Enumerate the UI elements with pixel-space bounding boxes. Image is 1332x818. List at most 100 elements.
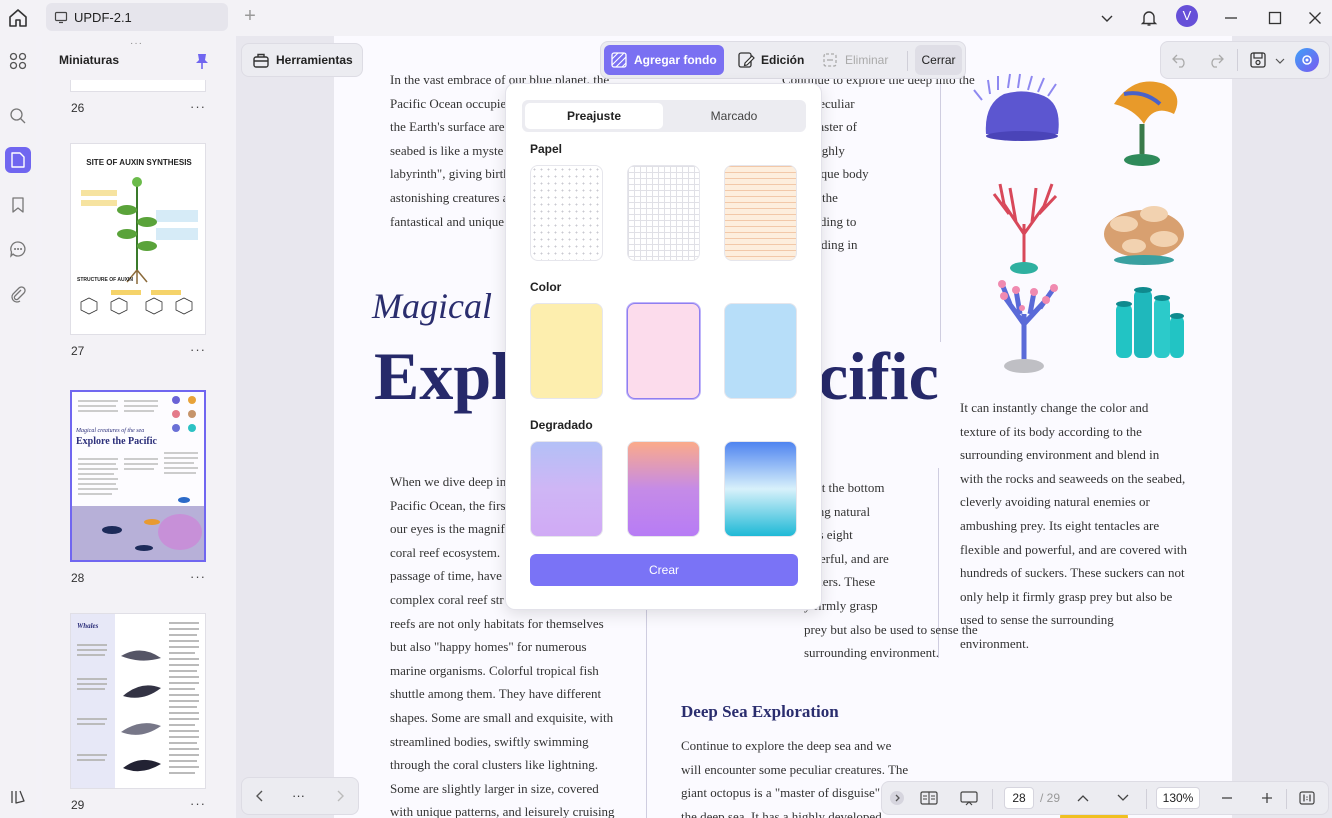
- create-button[interactable]: Crear: [530, 554, 798, 586]
- anemone-image: [973, 73, 1059, 141]
- whales-page-image: [77, 622, 199, 774]
- paper-section-label: Papel: [530, 142, 563, 156]
- user-avatar[interactable]: V: [1176, 5, 1198, 27]
- thumbnail-page-29[interactable]: Whales: [70, 613, 206, 789]
- page-menu-button[interactable]: ···: [190, 569, 206, 584]
- edit-button[interactable]: Edición: [731, 45, 810, 75]
- minimize-icon[interactable]: [1218, 5, 1244, 31]
- zoom-in-icon[interactable]: [1256, 782, 1278, 814]
- chevron-down-icon[interactable]: [1094, 5, 1120, 31]
- tools-button[interactable]: Herramientas: [241, 43, 363, 77]
- text-line: but also "happy homes" for numerous: [390, 639, 587, 655]
- gradient-lavender-swatch[interactable]: [530, 441, 603, 537]
- page-number: 27: [71, 344, 85, 358]
- background-preset-popup: Preajuste Marcado Papel Color Degradado …: [505, 83, 822, 610]
- toolbar-divider: [1146, 789, 1147, 809]
- comment-icon[interactable]: [5, 236, 31, 262]
- thumbnail-panel: ··· Miniaturas 26 ··· SITE OF AUXIN SYNT…: [42, 36, 234, 818]
- tab-title: UPDF-2.1: [74, 9, 132, 25]
- close-window-icon[interactable]: [1302, 5, 1328, 31]
- zoom-level[interactable]: 130%: [1156, 787, 1200, 809]
- paper-dots-swatch[interactable]: [530, 165, 603, 261]
- attachment-icon[interactable]: [5, 281, 31, 307]
- chevron-up-icon[interactable]: [1072, 782, 1094, 814]
- view-controls-bar: 28 / 29 130%: [881, 781, 1329, 815]
- home-icon[interactable]: [6, 6, 30, 30]
- toolbar-divider: [1286, 789, 1287, 809]
- tab-watermark[interactable]: Marcado: [665, 103, 803, 129]
- mushroom-coral-image: [1104, 206, 1184, 265]
- color-blue-swatch[interactable]: [724, 303, 797, 399]
- delete-button[interactable]: Eliminar: [815, 45, 894, 75]
- text-line: through the coral clusters like lightnin…: [390, 757, 598, 773]
- bell-icon[interactable]: [1136, 5, 1162, 31]
- pink-coral-image: [998, 280, 1058, 373]
- current-page-input[interactable]: 28: [1004, 787, 1034, 809]
- grid-icon[interactable]: [5, 48, 31, 74]
- actual-size-icon[interactable]: [1296, 782, 1318, 814]
- text-line: reefs are not only habitats for themselv…: [390, 615, 604, 631]
- tab-preset[interactable]: Preajuste: [525, 103, 663, 129]
- preset-tab-switch: Preajuste Marcado: [522, 100, 806, 132]
- left-sidebar: [0, 36, 36, 818]
- column-divider: [940, 72, 941, 342]
- gradient-ocean-swatch[interactable]: [724, 441, 797, 537]
- right-toolbar: [1160, 41, 1330, 79]
- page-menu-button[interactable]: ···: [190, 99, 206, 114]
- text-line: the Earth's surface are: [390, 119, 505, 135]
- page-menu-button[interactable]: ···: [190, 796, 206, 811]
- page-number: 29: [71, 798, 85, 812]
- title-bar: UPDF-2.1 + V: [0, 0, 1332, 36]
- redo-icon[interactable]: [1207, 51, 1225, 74]
- text-line: streamlined bodies, swiftly swimming: [390, 733, 589, 749]
- layers-icon[interactable]: [5, 784, 31, 810]
- page-menu-button[interactable]: ···: [190, 342, 206, 357]
- close-button[interactable]: Cerrar: [915, 45, 962, 75]
- collapse-icon[interactable]: [888, 782, 906, 814]
- maximize-icon[interactable]: [1262, 5, 1288, 31]
- bookmark-icon[interactable]: [5, 192, 31, 218]
- ai-assistant-icon[interactable]: [1295, 48, 1319, 72]
- undo-icon[interactable]: [1171, 51, 1189, 74]
- chevron-left-icon[interactable]: [254, 789, 266, 808]
- presentation-icon[interactable]: [956, 782, 982, 814]
- add-background-label: Agregar fondo: [634, 53, 717, 67]
- color-yellow-swatch[interactable]: [530, 303, 603, 399]
- explore-title-right: cific: [818, 338, 939, 414]
- text-line: ambushing prey. Its eight tentacles are: [960, 518, 1160, 533]
- delete-background-icon: [823, 53, 837, 67]
- chevron-down-icon[interactable]: [1275, 53, 1285, 71]
- thumbnail-page-27[interactable]: SITE OF AUXIN SYNTHESIS STRUCTURE OF AUX…: [70, 143, 206, 335]
- text-line: hundreds of suckers. These suckers can n…: [960, 565, 1185, 581]
- deep-sea-heading: Deep Sea Exploration: [681, 702, 839, 721]
- background-pattern-icon: [611, 52, 627, 68]
- text-line: giant octopus is a "master of disguise" …: [681, 785, 894, 801]
- color-pink-swatch[interactable]: [627, 303, 700, 399]
- paper-lined-swatch[interactable]: [724, 165, 797, 261]
- thumbnail-page-26[interactable]: [70, 80, 206, 92]
- page-layout-icon[interactable]: [916, 782, 942, 814]
- more-options-button[interactable]: ···: [292, 788, 305, 803]
- resize-grip[interactable]: ···: [130, 38, 143, 49]
- text-line: will encounter some peculiar creatures. …: [681, 761, 909, 777]
- paper-grid-swatch[interactable]: [627, 165, 700, 261]
- page-number: 26: [71, 101, 85, 115]
- zoom-out-icon[interactable]: [1216, 782, 1238, 814]
- text-line: passage of time, have: [390, 568, 502, 584]
- gradient-peach-purple-swatch[interactable]: [627, 441, 700, 537]
- text-line: prey but also be used to sense the: [804, 621, 978, 637]
- magical-title: Magical: [372, 286, 492, 326]
- text-line: marine organisms. Colorful tropical fish: [390, 662, 599, 678]
- orange-coral-image: [1114, 81, 1178, 166]
- thumbnail-page-28[interactable]: Magical creatures of the sea Explore the…: [70, 390, 206, 562]
- save-icon[interactable]: [1249, 51, 1267, 74]
- red-coral-image: [992, 183, 1058, 274]
- new-tab-button[interactable]: +: [238, 5, 262, 29]
- add-background-button[interactable]: Agregar fondo: [604, 45, 724, 75]
- document-tab[interactable]: UPDF-2.1: [46, 3, 228, 31]
- search-icon[interactable]: [5, 103, 31, 129]
- thumbnails-icon[interactable]: [5, 147, 31, 173]
- chevron-down-icon[interactable]: [1112, 782, 1134, 814]
- chevron-right-icon[interactable]: [334, 789, 346, 808]
- pin-icon[interactable]: [194, 52, 210, 75]
